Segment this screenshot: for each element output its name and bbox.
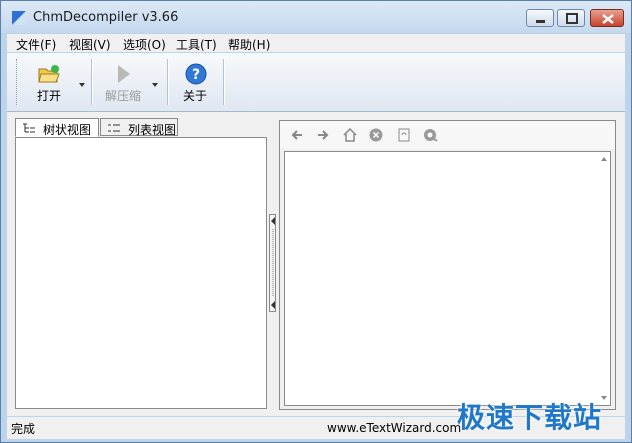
menu-bar: 文件(F) 视图(V) 选项(O) 工具(T) 帮助(H) (7, 34, 625, 52)
tab-list-view[interactable]: 列表视图 (100, 118, 178, 137)
scroll-up-icon[interactable] (598, 154, 610, 164)
about-button[interactable]: ? 关于 (175, 59, 219, 105)
list-view-icon (108, 124, 120, 132)
app-window: ChmDecompiler v3.66 文件(F) 视图(V) 选项(O) 工具… (0, 0, 632, 443)
main-toolbar: 打开 解压缩 ? 关于 (7, 53, 625, 112)
menu-view[interactable]: 视图(V) (69, 36, 111, 53)
close-button[interactable] (590, 9, 624, 27)
app-icon (12, 11, 26, 25)
window-title: ChmDecompiler v3.66 (33, 10, 179, 25)
forward-arrow-icon[interactable] (316, 128, 330, 142)
splitter-handle[interactable] (269, 214, 276, 312)
toolbar-separator (223, 59, 225, 105)
client-area: 树状视图 列表视图 (7, 112, 625, 416)
minimize-icon (536, 20, 545, 23)
open-dropdown-icon[interactable] (79, 83, 85, 87)
tree-view-icon (23, 123, 35, 133)
menu-tools[interactable]: 工具(T) (176, 36, 217, 53)
close-icon (602, 14, 614, 24)
stop-icon[interactable] (369, 128, 383, 142)
minimize-button[interactable] (526, 9, 554, 27)
tree-view-panel[interactable] (15, 137, 267, 409)
about-label: 关于 (183, 89, 208, 103)
status-text: 完成 (11, 422, 36, 436)
search-icon[interactable] (423, 128, 439, 142)
website-link[interactable]: www.eTextWizard.com (327, 421, 461, 435)
vertical-scrollbar[interactable] (598, 152, 610, 405)
open-button[interactable]: 打开 (29, 59, 89, 105)
decompress-label: 解压缩 (105, 89, 142, 103)
decompress-button[interactable]: 解压缩 (99, 59, 161, 105)
splitter-arrows-icon (271, 217, 275, 309)
maximize-icon (566, 13, 578, 24)
maximize-button[interactable] (557, 9, 585, 27)
tab-tree-label: 树状视图 (43, 123, 92, 137)
tab-tree-view[interactable]: 树状视图 (15, 118, 99, 137)
content-viewer[interactable] (284, 151, 611, 406)
browser-panel (279, 120, 616, 410)
menu-file[interactable]: 文件(F) (16, 36, 56, 53)
home-icon[interactable] (342, 128, 358, 142)
menu-help[interactable]: 帮助(H) (228, 36, 270, 53)
refresh-icon[interactable] (397, 128, 411, 142)
tab-list-label: 列表视图 (128, 123, 177, 137)
play-icon (118, 65, 130, 83)
toolbar-grip[interactable] (16, 59, 20, 105)
open-folder-icon (38, 65, 60, 83)
toolbar-separator (167, 59, 169, 105)
back-arrow-icon[interactable] (290, 128, 304, 142)
help-icon: ? (185, 63, 207, 85)
open-label: 打开 (37, 89, 62, 103)
browser-toolbar (280, 121, 615, 149)
menu-options[interactable]: 选项(O) (123, 36, 166, 53)
svg-text:?: ? (192, 67, 200, 83)
decompress-dropdown-icon[interactable] (152, 83, 158, 87)
title-bar[interactable]: ChmDecompiler v3.66 (1, 1, 631, 33)
toolbar-separator (91, 59, 93, 105)
watermark-logo: 极速下载站 (457, 401, 603, 434)
